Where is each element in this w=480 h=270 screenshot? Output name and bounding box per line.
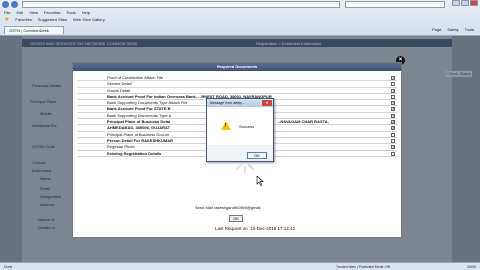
favorites-bar: ★ Favorites Suggested Sites Web Slice Ga… — [0, 15, 480, 23]
page-banner-title: GOODS AND SERVICES TAX NETWORK COMMON DE… — [30, 41, 138, 46]
dialog-title: Required Documents — [73, 63, 401, 71]
document-label: Existing Registration Details — [107, 150, 162, 156]
forward-button[interactable] — [11, 1, 18, 8]
message-box-title-text: Message from webp... — [210, 101, 245, 105]
mouse-cursor-icon — [256, 176, 264, 186]
minimize-button[interactable] — [452, 0, 460, 6]
fav-link-webslice[interactable]: Web Slice Gallery — [73, 17, 105, 22]
side-label: Contact — [32, 160, 46, 165]
side-label: Personal Details — [32, 83, 62, 88]
document-checkbox[interactable] — [391, 144, 395, 150]
favorites-button[interactable]: Favorites — [15, 17, 31, 22]
back-button[interactable] — [2, 1, 9, 8]
dialog-ok-button[interactable]: OK — [229, 215, 243, 222]
document-label-tail: ...NAVAGAM CHAR RASTA, — [277, 119, 329, 125]
message-box-body: ! Success OK — [207, 107, 273, 161]
page-breadcrumb: Registration > Enrolment Information — [256, 41, 322, 46]
side-label: Address — [40, 202, 55, 207]
document-checkbox[interactable] — [391, 119, 395, 124]
document-label: Proof of Constitution Attach File — [107, 75, 164, 80]
page-menu[interactable]: Page — [432, 27, 441, 32]
document-label: Regestar Photo — [107, 144, 135, 150]
zoom-level[interactable]: 100% — [467, 265, 476, 269]
status-text: Done — [4, 265, 13, 269]
document-label: Bank Account Proof For STATE B — [107, 106, 171, 112]
tab-row: GSTN | CommonDesk Page Safety Tools — [0, 25, 480, 35]
warning-exclamation-icon: ! — [224, 123, 227, 129]
safety-menu[interactable]: Safety — [447, 27, 458, 32]
favorites-star-icon[interactable]: ★ — [4, 16, 9, 23]
document-checkbox[interactable] — [391, 132, 395, 137]
side-label: Mobile — [40, 111, 52, 116]
document-label: Principal Place of Business Detai — [107, 119, 171, 125]
side-label: Principal Place — [30, 99, 57, 104]
document-label: Goods Detail — [107, 87, 131, 93]
document-checkbox[interactable] — [391, 75, 395, 80]
side-label: Authorised — [32, 168, 52, 173]
address-row — [0, 0, 480, 9]
search-box[interactable] — [345, 1, 445, 8]
document-checkbox[interactable] — [391, 88, 395, 93]
command-bar: Page Safety Tools — [432, 27, 474, 32]
message-box-close-button[interactable]: ✕ — [262, 100, 272, 106]
document-checkbox[interactable] — [391, 100, 395, 105]
security-zone: Trusted sites | Protected Mode: Off — [336, 265, 391, 269]
document-label: Service Detail — [107, 81, 132, 87]
message-box: Message from webp... ✕ ! Success OK — [206, 98, 274, 162]
fav-link-suggested[interactable]: Suggested Sites — [38, 17, 67, 22]
last-request-text: Last Request on :10-Dec-2016 17:12:42 — [215, 226, 296, 231]
maximize-button[interactable] — [461, 0, 469, 6]
document-label: Bank Supporting Documents Type Attach Fi… — [107, 100, 188, 106]
message-ok-button[interactable]: OK — [247, 152, 267, 159]
document-label: Person Detail For RAKESHKUMAR — [107, 137, 174, 143]
tools-menu[interactable]: Tools — [465, 27, 474, 32]
message-box-title: Message from webp... ✕ — [207, 99, 273, 107]
side-label: GSTIN Code — [32, 144, 55, 149]
browser-chrome: File Edit View Favorites Tools Help ★ Fa… — [0, 0, 480, 36]
document-label: AHMEDABAD, 380006, GUJARAT — [107, 125, 171, 131]
document-checkbox[interactable] — [391, 94, 395, 99]
document-checkbox[interactable] — [391, 138, 395, 143]
document-label: Bank Supporting Documents Type A — [107, 112, 172, 118]
side-label: Email — [40, 186, 51, 191]
message-text: Success — [239, 124, 255, 129]
browser-tab[interactable]: GSTN | CommonDesk — [4, 26, 64, 34]
document-checkbox[interactable] — [391, 125, 395, 131]
document-checkbox[interactable] — [391, 113, 395, 118]
status-bar: Done Trusted sites | Protected Mode: Off… — [0, 262, 480, 270]
address-bar[interactable] — [22, 1, 340, 8]
check-status-link[interactable]: Check Status — [446, 71, 472, 77]
side-label: Name — [40, 176, 51, 181]
side-label: Nature of — [38, 217, 55, 222]
document-checkbox[interactable] — [391, 82, 395, 87]
send-mail-text: Send Mail rakeshgandhi1969@gmail — [195, 205, 261, 210]
window-controls — [452, 0, 478, 6]
window-close-button[interactable] — [470, 0, 478, 6]
document-checkbox[interactable] — [391, 106, 395, 112]
document-checkbox[interactable] — [391, 151, 395, 156]
side-label: Additional Pla — [32, 123, 57, 128]
document-label: Principal Place of Business Docum — [107, 131, 170, 137]
side-label: Designation — [40, 194, 62, 199]
side-label: Details of — [38, 225, 55, 230]
